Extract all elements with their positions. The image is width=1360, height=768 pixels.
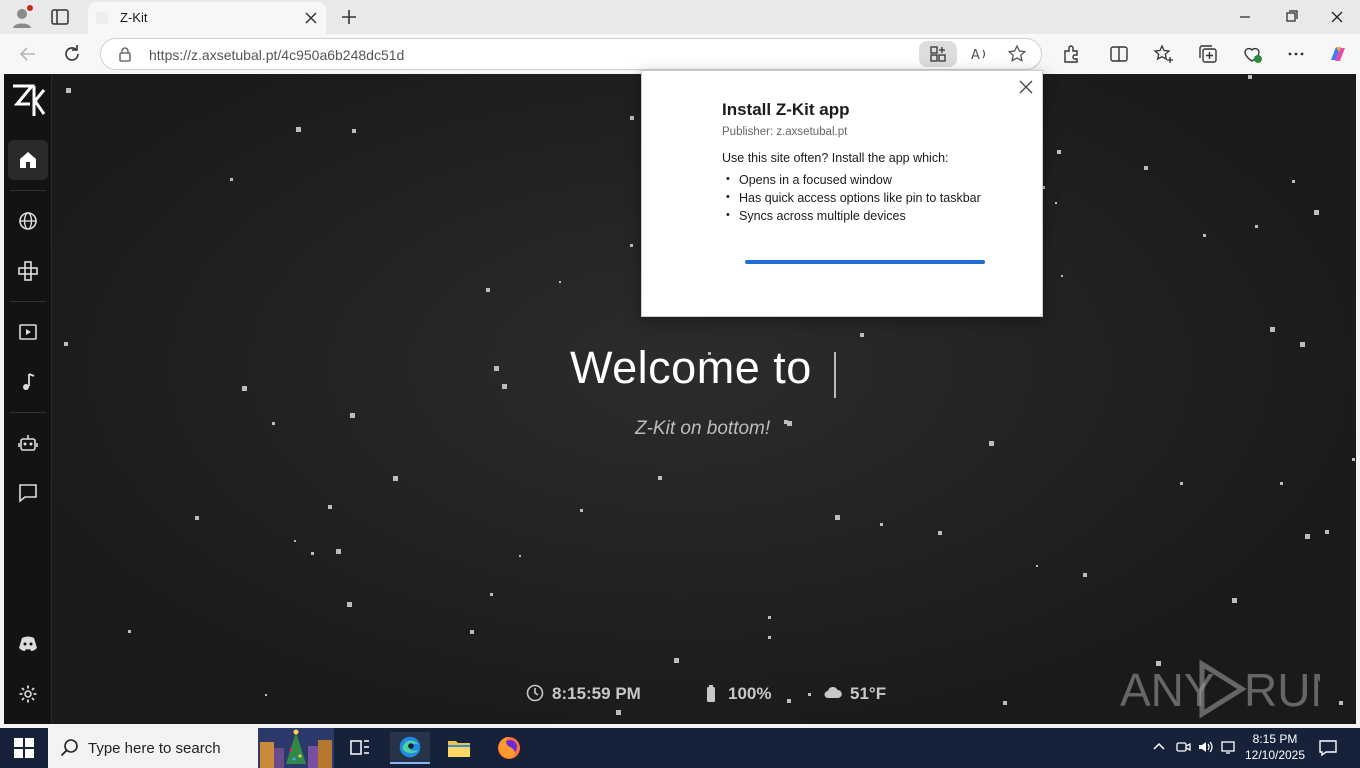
status-battery: 100% — [702, 682, 782, 706]
list-item: Syncs across multiple devices — [726, 209, 981, 227]
sidebar-divider — [10, 301, 46, 302]
settings-icon — [19, 685, 37, 703]
discord-icon — [19, 636, 37, 651]
search-highlight-icon[interactable] — [258, 728, 334, 768]
task-view-icon[interactable] — [340, 732, 380, 764]
windows-taskbar: Type here to search 8:15 PM 12/10/2025 — [0, 728, 1360, 768]
welcome-subtitle: Z-Kit on bottom! — [635, 418, 771, 439]
robot-icon — [18, 435, 38, 451]
app-available-button[interactable] — [919, 41, 957, 67]
sidebar-divider — [10, 190, 46, 191]
minimize-icon[interactable] — [1233, 6, 1257, 28]
copilot-icon[interactable] — [1327, 43, 1349, 65]
status-weather: 51°F — [824, 682, 894, 706]
sidebar-item-movies[interactable] — [8, 312, 48, 352]
watermark-text-right: RUN — [1244, 664, 1320, 716]
dialog-benefits-list: Opens in a focused window Has quick acce… — [726, 173, 981, 227]
clock-time: 8:15 PM — [1252, 732, 1298, 746]
svg-text:A: A — [971, 48, 980, 63]
dialog-lead: Use this site often? Install the app whi… — [722, 151, 949, 165]
search-icon — [60, 739, 78, 757]
sidebar-item-discord[interactable] — [8, 624, 48, 664]
status-battery-text: 100% — [728, 684, 772, 703]
status-time-text: 8:15:59 PM — [552, 684, 641, 703]
sidebar-item-music[interactable] — [8, 362, 48, 402]
network-icon[interactable] — [1220, 738, 1238, 756]
extensions-icon[interactable] — [1060, 43, 1082, 65]
clock-icon — [526, 684, 544, 702]
browser-essentials-icon[interactable] — [1241, 43, 1263, 65]
taskbar-search-box[interactable]: Type here to search — [48, 728, 334, 768]
notification-center-icon[interactable] — [1318, 738, 1338, 758]
meet-now-icon[interactable] — [1174, 738, 1192, 756]
split-screen-icon[interactable] — [1108, 43, 1130, 65]
globe-icon — [19, 212, 37, 230]
refresh-icon[interactable] — [60, 42, 84, 66]
lock-icon[interactable] — [117, 46, 133, 62]
favorites-icon[interactable] — [1153, 43, 1175, 65]
file-explorer-icon[interactable] — [439, 732, 479, 764]
sidebar-item-chat[interactable] — [8, 473, 48, 513]
status-weather-text: 51°F — [850, 684, 887, 703]
tab-favicon-icon — [96, 12, 108, 24]
url-text[interactable]: https://z.axsetubal.pt/4c950a6b248dc51d — [149, 47, 404, 63]
tab-close-icon[interactable] — [302, 9, 320, 27]
show-hidden-icons-icon[interactable] — [1150, 738, 1168, 756]
welcome-heading: Welcome to — [570, 342, 812, 393]
edge-browser-icon[interactable] — [390, 732, 430, 764]
address-bar[interactable]: https://z.axsetubal.pt/4c950a6b248dc51d … — [100, 38, 1042, 70]
firefox-icon[interactable] — [489, 732, 529, 764]
tab-title: Z-Kit — [120, 10, 148, 25]
sidebar-divider — [10, 412, 46, 413]
more-options-icon[interactable] — [1285, 43, 1307, 65]
app-install-icon — [930, 46, 946, 62]
clock-date: 12/10/2025 — [1244, 748, 1306, 762]
back-icon[interactable] — [16, 42, 40, 66]
favorite-star-icon[interactable] — [1007, 44, 1027, 64]
taskbar-clock[interactable]: 8:15 PM 12/10/2025 — [1240, 731, 1310, 763]
collections-icon[interactable] — [1197, 43, 1219, 65]
status-time: 8:15:59 PM — [526, 682, 656, 706]
video-icon — [19, 324, 37, 340]
profile-icon[interactable] — [10, 5, 34, 29]
dialog-title: Install Z-Kit app — [722, 100, 850, 119]
sidebar-item-settings[interactable] — [8, 674, 48, 714]
windows-start-icon[interactable] — [14, 738, 34, 758]
zkit-logo-icon[interactable] — [10, 82, 46, 118]
list-item: Has quick access options like pin to tas… — [726, 191, 981, 209]
typing-cursor — [834, 352, 836, 398]
sidebar — [4, 74, 52, 724]
sidebar-item-ai[interactable] — [8, 423, 48, 463]
browser-titlebar: Z-Kit — [0, 0, 1360, 34]
sidebar-item-browser[interactable] — [8, 201, 48, 241]
chat-icon — [19, 484, 37, 503]
window-close-icon[interactable] — [1325, 6, 1349, 28]
dialog-publisher: Publisher: z.axsetubal.pt — [722, 126, 848, 138]
volume-icon[interactable] — [1197, 738, 1215, 756]
music-icon — [23, 373, 35, 390]
list-item: Opens in a focused window — [726, 173, 981, 191]
tab-actions-icon[interactable] — [50, 7, 70, 27]
browser-toolbar: https://z.axsetubal.pt/4c950a6b248dc51d … — [0, 34, 1360, 74]
restore-icon[interactable] — [1279, 6, 1303, 28]
gamepad-icon — [18, 261, 38, 281]
dialog-close-icon[interactable] — [1018, 79, 1034, 95]
browser-tab[interactable]: Z-Kit — [88, 2, 326, 34]
install-progress-bar — [745, 260, 985, 264]
new-tab-icon[interactable] — [338, 6, 360, 28]
install-app-dialog: Install Z-Kit app Publisher: z.axsetubal… — [641, 70, 1043, 317]
sidebar-item-games[interactable] — [8, 251, 48, 291]
search-placeholder: Type here to search — [88, 740, 221, 757]
cloud-icon — [824, 686, 842, 698]
sidebar-item-home[interactable] — [8, 140, 48, 180]
home-icon — [20, 152, 36, 168]
read-aloud-icon[interactable]: A — [969, 44, 989, 64]
anyrun-watermark: ANY RUN — [1120, 659, 1320, 719]
battery-icon — [707, 685, 715, 702]
